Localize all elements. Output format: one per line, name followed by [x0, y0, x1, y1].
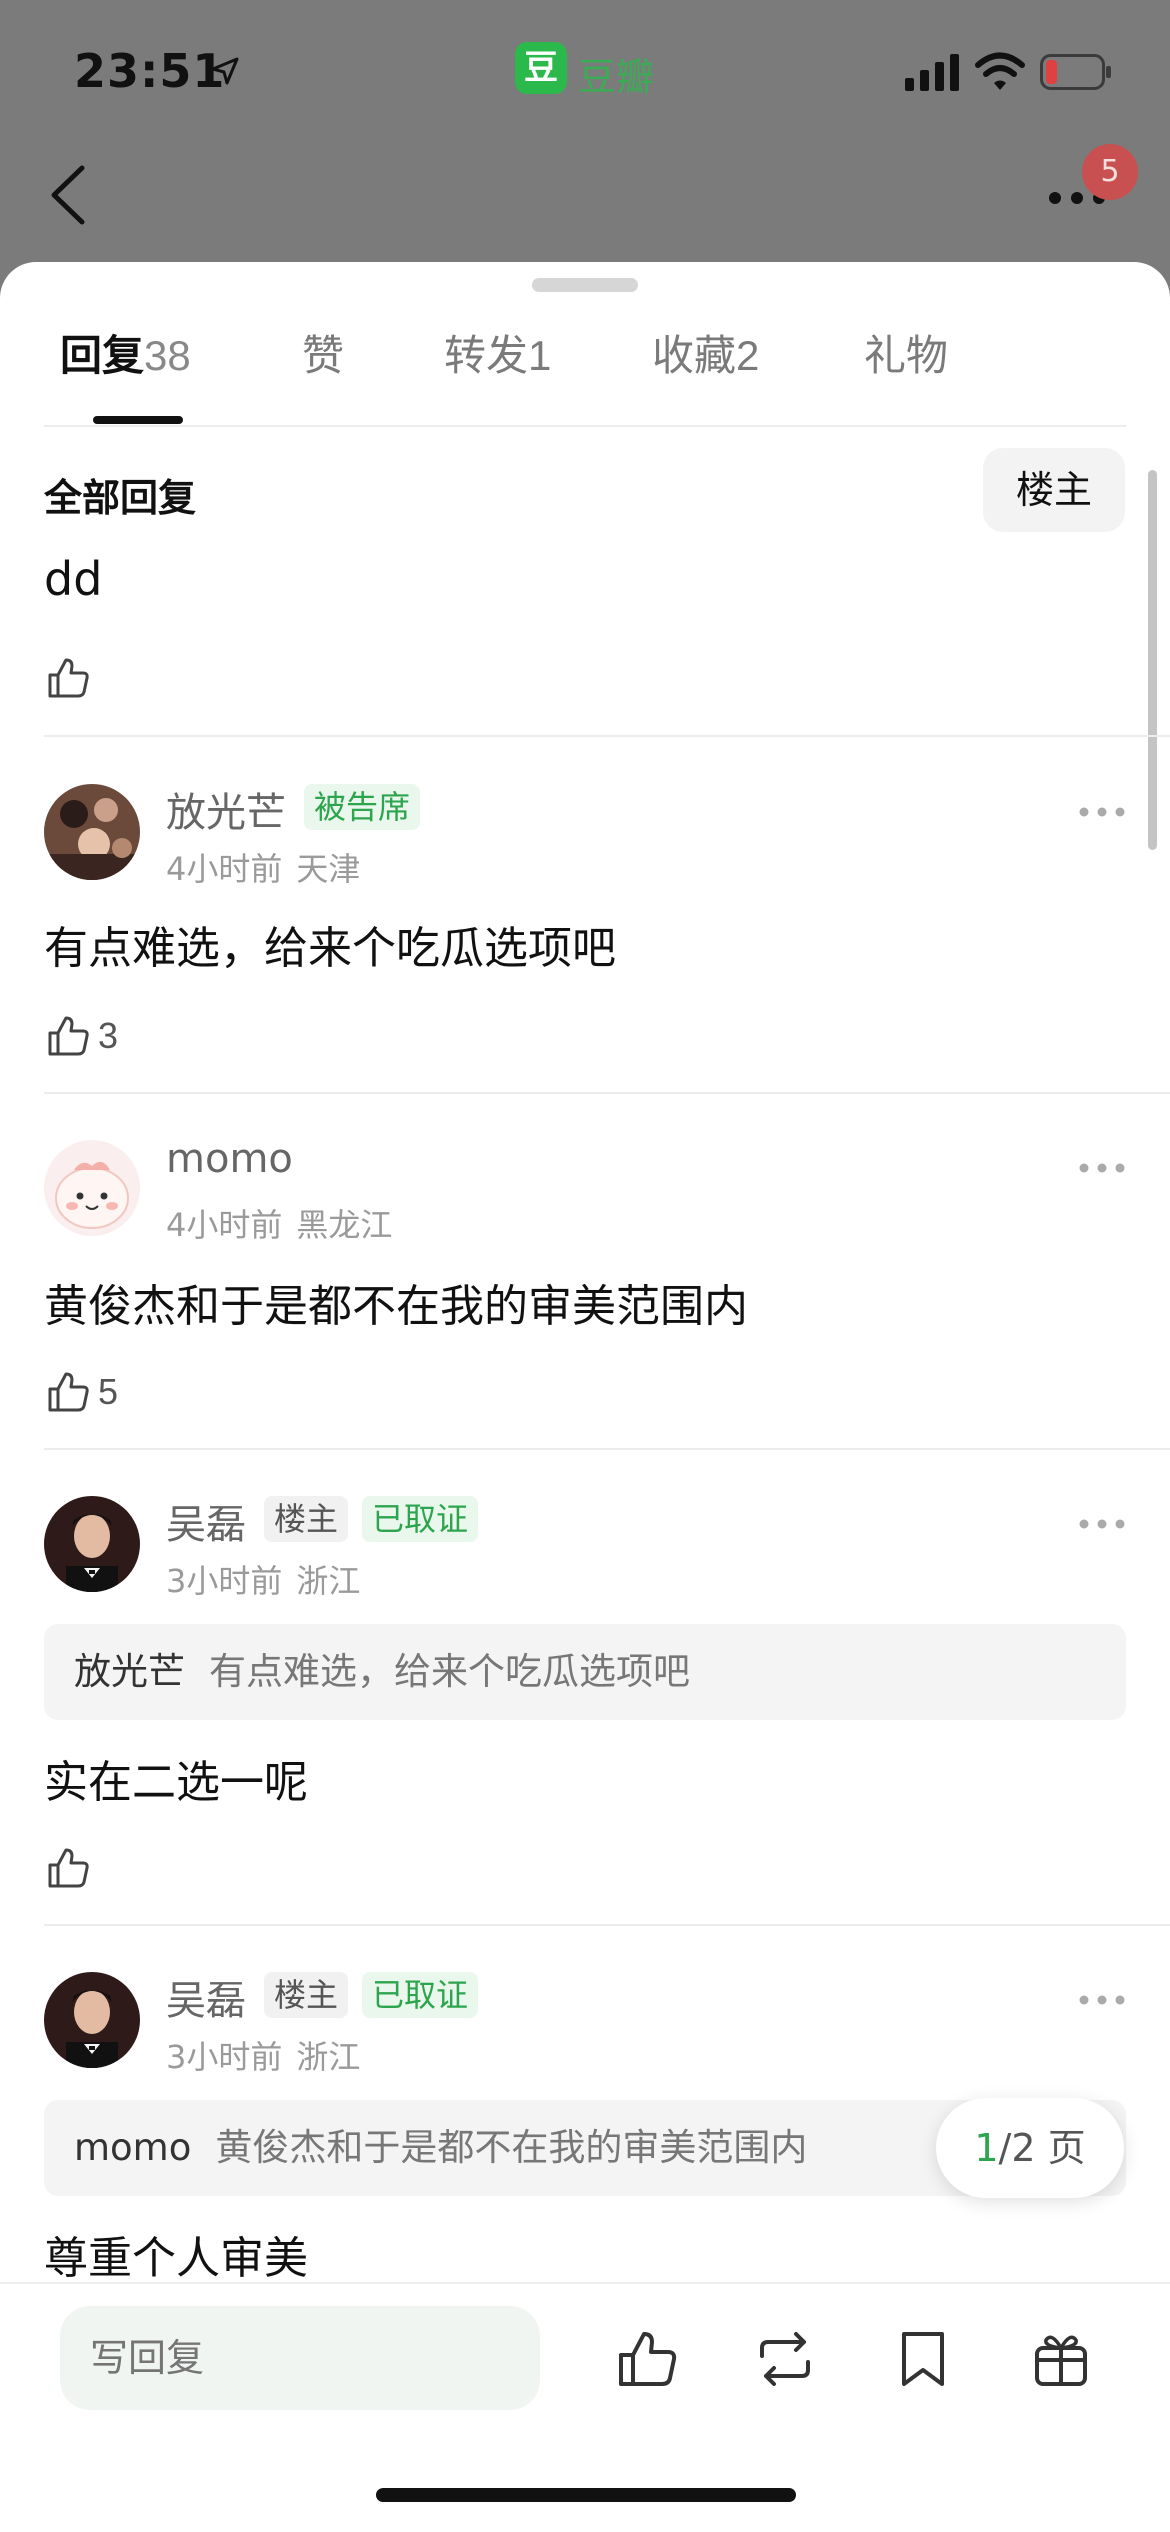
verified-tag: 已取证	[362, 1972, 479, 2018]
tab-reposts[interactable]: 转发1	[444, 322, 551, 432]
quoted-username: momo	[74, 2126, 192, 2169]
comment-divider	[44, 735, 1170, 737]
verified-tag: 已取证	[362, 1496, 479, 1542]
user-tag: 被告席	[304, 784, 421, 830]
app-badge-icon: 豆	[515, 42, 567, 94]
tab-count: 1	[528, 332, 552, 379]
reply-sheet: 回复38 赞 转发1 收藏2 礼物 全部回复 楼主 dd 放光芒 被告席 4小时…	[0, 262, 1170, 2532]
all-replies-label: 全部回复	[44, 476, 197, 520]
tab-count: 38	[144, 332, 191, 379]
avatar-image	[44, 1972, 140, 2068]
like-count: 3	[98, 1015, 119, 1056]
comment-location: 黑龙江	[296, 1206, 393, 1244]
like-button[interactable]: 3	[44, 1012, 118, 1060]
comment-time: 4小时前	[166, 1206, 283, 1244]
avatar-image	[44, 1496, 140, 1592]
avatar[interactable]	[44, 784, 140, 880]
avatar-image	[44, 1140, 140, 1236]
current-page: 1	[974, 2126, 999, 2170]
status-bar: 23:51 豆 豆瓣	[0, 0, 1170, 150]
tab-label: 转发	[444, 331, 529, 380]
page-indicator[interactable]: 1/2 页	[936, 2098, 1124, 2198]
op-only-button[interactable]: 楼主	[983, 448, 1125, 532]
repost-icon[interactable]	[752, 2326, 818, 2392]
battery-icon	[1040, 54, 1111, 90]
tabs-divider	[44, 425, 1126, 427]
username[interactable]: momo	[166, 1136, 293, 1182]
comment-meta: 4小时前 天津	[166, 844, 360, 890]
comment-time: 3小时前	[166, 1562, 283, 1600]
active-tab-indicator	[93, 416, 183, 424]
comment-text: 黄俊杰和于是都不在我的审美范围内	[44, 1281, 748, 1332]
top-comment-text: dd	[44, 552, 103, 606]
comment-location: 天津	[296, 850, 361, 888]
comment-divider	[44, 1092, 1170, 1094]
avatar[interactable]	[44, 1972, 140, 2068]
username[interactable]: 放光芒	[166, 780, 286, 838]
like-button[interactable]	[44, 1844, 92, 1892]
like-count: 5	[98, 1371, 119, 1412]
thumbs-up-icon[interactable]	[614, 2326, 680, 2392]
quoted-text: 黄俊杰和于是都不在我的审美范围内	[215, 2126, 808, 2169]
comment-divider	[44, 1924, 1170, 1926]
avatar[interactable]	[44, 1140, 140, 1236]
thumbs-up-icon	[48, 1848, 89, 1888]
comment-text: 有点难选，给来个吃瓜选项吧	[44, 923, 616, 974]
comment-more-icon[interactable]	[1078, 1992, 1126, 2008]
gift-icon[interactable]	[1028, 2326, 1094, 2392]
app-name: 豆瓣	[578, 55, 655, 99]
thumbs-up-icon	[48, 658, 89, 698]
comment-more-icon[interactable]	[1078, 1160, 1126, 1176]
comment-more-icon[interactable]	[1078, 804, 1126, 820]
scrollbar[interactable]	[1148, 470, 1157, 850]
cellular-signal-icon	[905, 54, 959, 91]
comment-time: 4小时前	[166, 850, 283, 888]
location-arrow-icon	[211, 57, 239, 85]
quoted-reply[interactable]: 放光芒 有点难选，给来个吃瓜选项吧	[44, 1624, 1126, 1720]
bookmark-icon[interactable]	[890, 2326, 956, 2392]
back-chevron-icon[interactable]	[44, 160, 94, 230]
comment-text: 尊重个人审美	[44, 2233, 308, 2284]
quoted-username: 放光芒	[74, 1650, 185, 1693]
tab-label: 礼物	[864, 331, 949, 380]
home-indicator	[376, 2488, 796, 2502]
avatar-image	[44, 784, 140, 880]
status-time: 23:51	[74, 44, 226, 98]
comment-meta: 4小时前 黑龙江	[166, 1200, 392, 1246]
tab-gifts[interactable]: 礼物	[864, 322, 948, 432]
tab-label: 回复	[60, 331, 145, 380]
tab-favorites[interactable]: 收藏2	[652, 322, 759, 432]
comment-meta: 3小时前 浙江	[166, 1556, 360, 1602]
tab-label: 赞	[302, 331, 345, 380]
tab-likes[interactable]: 赞	[302, 322, 344, 432]
thumbs-up-icon	[48, 1016, 89, 1056]
comment-text: 实在二选一呢	[44, 1757, 308, 1808]
thumbs-up-icon	[48, 1372, 89, 1412]
sheet-drag-handle[interactable]	[532, 278, 638, 292]
comment-divider	[44, 1448, 1170, 1450]
comment-location: 浙江	[296, 1562, 361, 1600]
tab-count: 2	[736, 332, 760, 379]
comment-meta: 3小时前 浙江	[166, 2032, 360, 2078]
like-button[interactable]	[44, 654, 92, 702]
wifi-icon	[975, 52, 1025, 90]
notification-badge[interactable]: 5	[1082, 144, 1138, 200]
op-tag: 楼主	[264, 1972, 349, 2018]
tab-label: 收藏	[652, 331, 737, 380]
comment-time: 3小时前	[166, 2038, 283, 2076]
username[interactable]: 吴磊	[166, 1968, 246, 2026]
like-button[interactable]: 5	[44, 1368, 118, 1416]
avatar[interactable]	[44, 1496, 140, 1592]
reply-input[interactable]	[60, 2306, 540, 2410]
comment-more-icon[interactable]	[1078, 1516, 1126, 1532]
total-pages: /2	[998, 2126, 1036, 2170]
username[interactable]: 吴磊	[166, 1492, 246, 1550]
op-tag: 楼主	[264, 1496, 349, 1542]
quoted-text: 有点难选，给来个吃瓜选项吧	[209, 1650, 690, 1693]
page-unit: 页	[1047, 2126, 1086, 2170]
comment-location: 浙江	[296, 2038, 361, 2076]
